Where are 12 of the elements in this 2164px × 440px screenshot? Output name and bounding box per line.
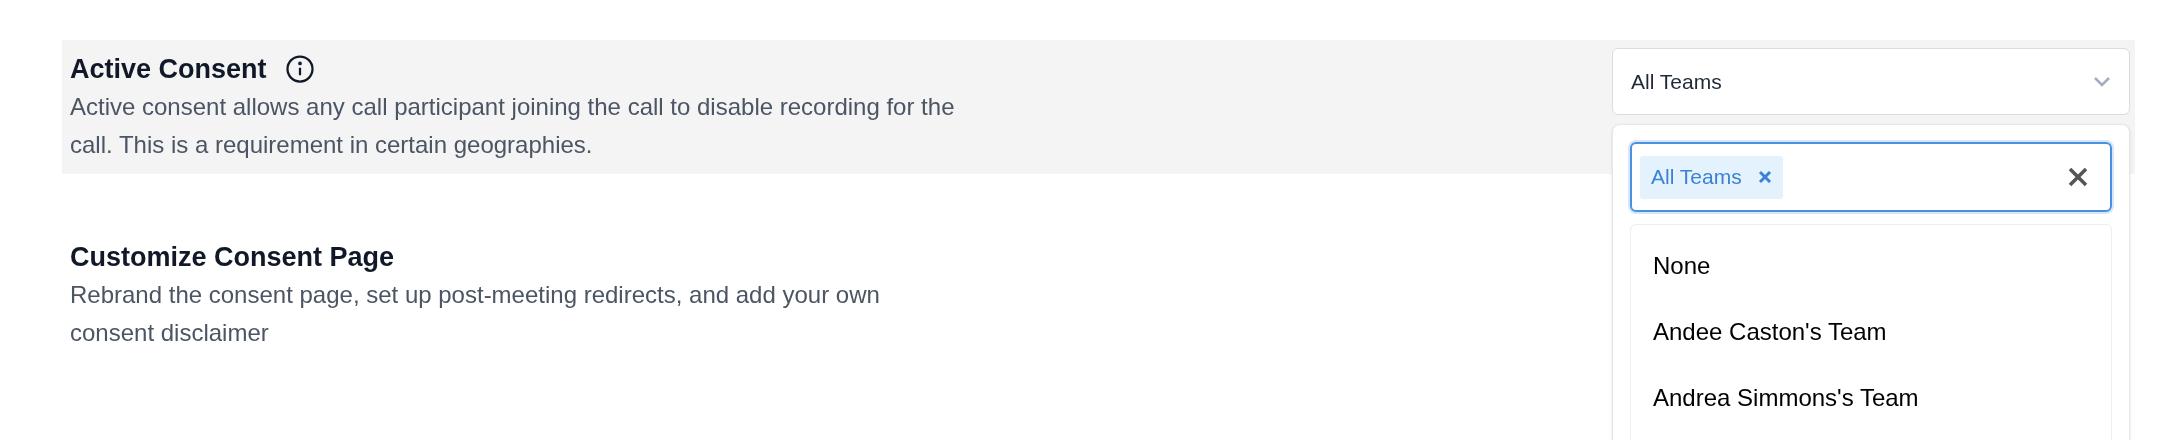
info-icon[interactable] bbox=[284, 54, 315, 84]
section-description: Active consent allows any call participant joining the call to disable recording for the call. This is a requirement in certain geographies. bbox=[70, 92, 956, 160]
section-title: Customize Consent Page bbox=[70, 241, 395, 274]
section-description: Rebrand the consent page, set up post-meeting redirects, and add your own consent disclaimer bbox=[70, 280, 881, 348]
team-select[interactable]: All Teams bbox=[1612, 48, 2130, 115]
option-item[interactable]: None bbox=[1631, 233, 2111, 299]
option-item[interactable]: Andrea Simmons's Team bbox=[1631, 365, 2111, 431]
section-title: Active Consent bbox=[70, 53, 267, 86]
clear-icon[interactable] bbox=[2068, 167, 2088, 187]
option-item[interactable]: Andee Caston's Team bbox=[1631, 299, 2111, 365]
chip-label: All Teams bbox=[1651, 164, 1742, 191]
remove-chip-icon[interactable] bbox=[1757, 170, 1772, 184]
